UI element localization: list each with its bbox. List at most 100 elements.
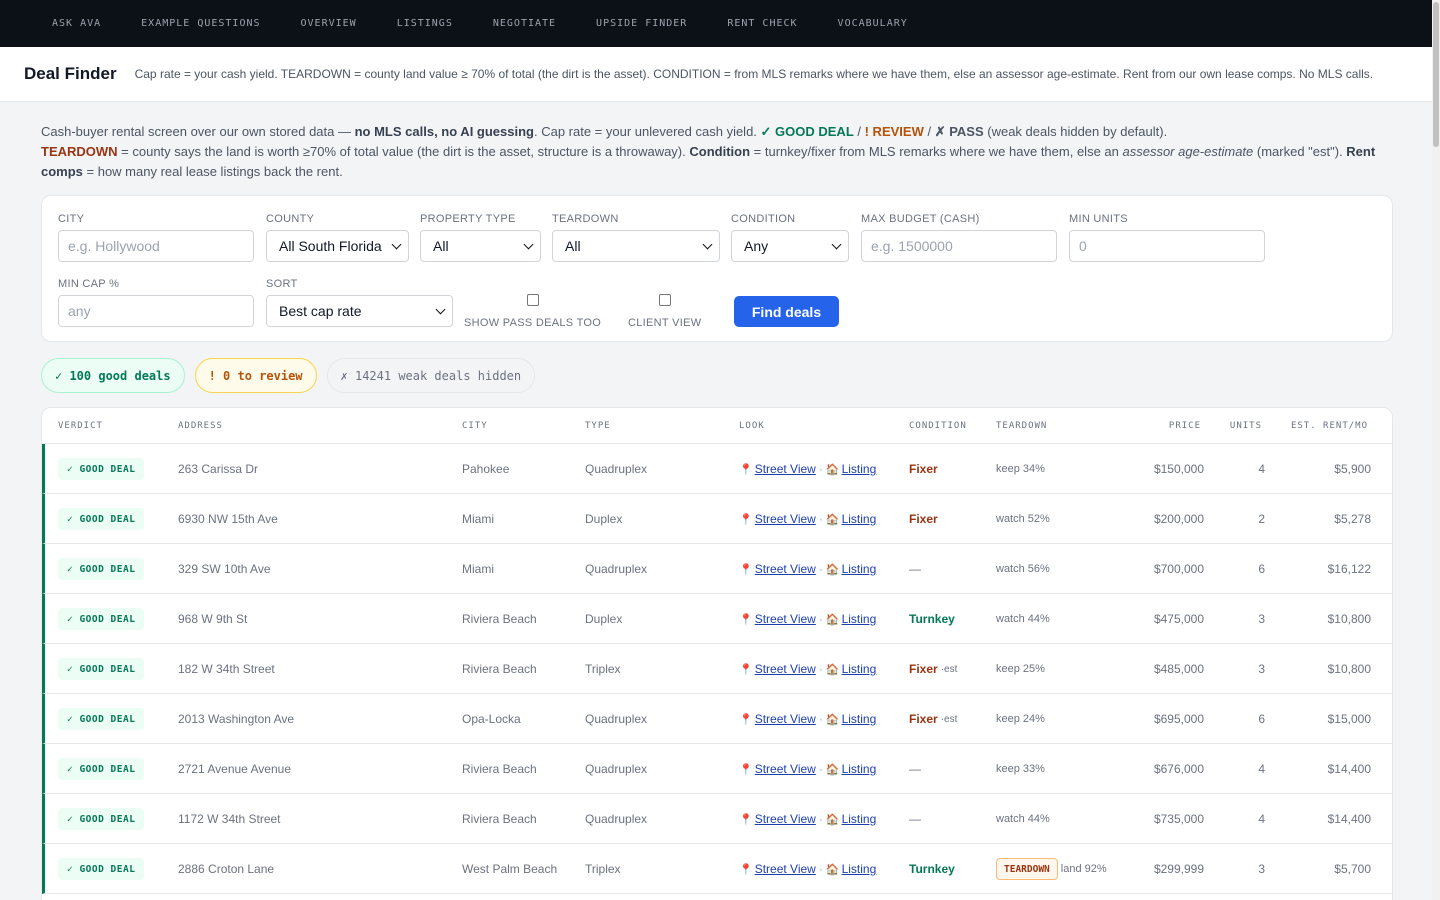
table-body: ✓ GOOD DEAL 263 Carissa Dr Pahokee Quadrupl… <box>42 444 1392 894</box>
th-look[interactable]: LOOK <box>739 421 765 431</box>
map-pin-icon: 📍 <box>739 863 753 876</box>
table-row[interactable]: ✓ GOOD DEAL 1172 W 34th Street Riviera Bea… <box>42 794 1392 844</box>
house-icon: 🏠 <box>825 613 840 626</box>
listing-link[interactable]: Listing <box>842 762 877 776</box>
units-input[interactable]: 0 <box>1069 230 1265 262</box>
city-cell: West Palm Beach <box>462 862 558 876</box>
th-rent[interactable]: EST. RENT/MO <box>1291 421 1368 431</box>
th-condition[interactable]: CONDITION <box>909 421 967 431</box>
nav-ask-ava[interactable]: ASK AVA <box>32 18 121 29</box>
table-row[interactable]: ✓ GOOD DEAL 2013 Washington Ave Opa-Locka Q… <box>42 694 1392 744</box>
house-icon: 🏠 <box>825 663 840 676</box>
nav-listings[interactable]: LISTINGS <box>377 18 473 29</box>
street-view-link[interactable]: Street View <box>755 862 816 876</box>
nav-negotiate[interactable]: NEGOTIATE <box>473 18 576 29</box>
condition-cell: Fixer <box>909 494 938 544</box>
street-view-link[interactable]: Street View <box>755 762 816 776</box>
rent-cell: $5,278 <box>1334 512 1371 526</box>
street-view-link[interactable]: Street View <box>755 812 816 826</box>
client-view-toggle[interactable]: CLIENT VIEW <box>628 294 701 331</box>
city-cell: Riviera Beach <box>462 762 537 776</box>
house-icon: 🏠 <box>825 763 840 776</box>
listing-link[interactable]: Listing <box>842 812 877 826</box>
condition-select[interactable]: Any <box>731 230 849 262</box>
street-view-link[interactable]: Street View <box>755 512 816 526</box>
nav-vocabulary[interactable]: VOCABULARY <box>818 18 928 29</box>
intro-good: ✓ GOOD DEAL <box>760 124 854 139</box>
th-city[interactable]: CITY <box>462 421 488 431</box>
intro-assessor: assessor age-estimate <box>1122 144 1254 159</box>
table-row[interactable]: ✓ GOOD DEAL 6930 NW 15th Ave Miami Duplex 📍 S… <box>42 494 1392 544</box>
nav-upside-finder[interactable]: UPSIDE FINDER <box>576 18 707 29</box>
street-view-link[interactable]: Street View <box>755 662 816 676</box>
street-view-link[interactable]: Street View <box>755 612 816 626</box>
scrollbar-thumb[interactable] <box>1433 2 1439 147</box>
street-view-link[interactable]: Street View <box>755 462 816 476</box>
county-select[interactable]: All South Florida <box>266 230 409 262</box>
listing-link[interactable]: Listing <box>842 612 877 626</box>
chevron-down-icon <box>831 239 842 249</box>
listing-link[interactable]: Listing <box>842 512 877 526</box>
street-view-link[interactable]: Street View <box>755 712 816 726</box>
table-row[interactable]: ✓ GOOD DEAL 329 SW 10th Ave Miami Quadruple… <box>42 544 1392 594</box>
listing-link[interactable]: Listing <box>842 862 877 876</box>
table-row[interactable]: ✓ GOOD DEAL 2721 Avenue Avenue Riviera Bea… <box>42 744 1392 794</box>
type-filter: PROPERTY TYPE All <box>420 213 541 262</box>
condition-est: ·est <box>940 663 958 675</box>
condition-filter: CONDITION Any <box>731 213 849 262</box>
teardown-select[interactable]: All <box>552 230 720 262</box>
show-pass-toggle[interactable]: SHOW PASS DEALS TOO <box>464 294 601 331</box>
county-filter: COUNTY All South Florida <box>266 213 409 262</box>
th-address[interactable]: ADDRESS <box>178 421 223 431</box>
city-filter: CITY e.g. Hollywood <box>58 213 254 262</box>
review-pill[interactable]: ! 0 to review <box>194 358 317 393</box>
good-deal-badge: ✓ GOOD DEAL <box>58 558 145 580</box>
condition-cell: Turnkey <box>909 594 955 644</box>
listing-link[interactable]: Listing <box>842 562 877 576</box>
look-cell: 📍 Street View · 🏠 Listing <box>739 794 876 844</box>
map-pin-icon: 📍 <box>739 663 753 676</box>
nav-example-questions[interactable]: EXAMPLE QUESTIONS <box>121 18 280 29</box>
table-row[interactable]: ✓ GOOD DEAL 182 W 34th Street Riviera Beac… <box>42 644 1392 694</box>
listing-link[interactable]: Listing <box>842 712 877 726</box>
city-cell: Miami <box>462 562 494 576</box>
nav-rent-check[interactable]: RENT CHECK <box>707 18 817 29</box>
verdict-cell: ✓ GOOD DEAL <box>58 544 145 594</box>
table-row[interactable]: ✓ GOOD DEAL 968 W 9th St Riviera Beach Dupl… <box>42 594 1392 644</box>
th-units[interactable]: UNITS <box>1230 421 1262 431</box>
units-cell: 2 <box>1258 512 1265 526</box>
city-input[interactable]: e.g. Hollywood <box>58 230 254 262</box>
listing-link[interactable]: Listing <box>842 462 877 476</box>
city-cell: Riviera Beach <box>462 612 537 626</box>
street-view-link[interactable]: Street View <box>755 562 816 576</box>
intro-text: Cash-buyer rental screen over our own st… <box>41 122 1381 182</box>
th-verdict[interactable]: VERDICT <box>58 421 103 431</box>
intro-p1b: no MLS calls, no AI guessing <box>354 124 534 139</box>
table-row[interactable]: ✓ GOOD DEAL 263 Carissa Dr Pahokee Quadrupl… <box>42 444 1392 494</box>
sort-select[interactable]: Best cap rate <box>266 295 453 327</box>
listing-link[interactable]: Listing <box>842 662 877 676</box>
table-row[interactable]: ✓ GOOD DEAL 2886 Croton Lane West Palm Bea… <box>42 844 1392 894</box>
intro-p6: (marked "est"). <box>1253 144 1347 159</box>
address-cell: 2721 Avenue Avenue <box>178 762 292 776</box>
good-deal-badge: ✓ GOOD DEAL <box>58 808 145 830</box>
show-pass-checkbox[interactable] <box>526 294 539 306</box>
cap-input[interactable]: any <box>58 295 254 327</box>
teardown-value: All <box>565 238 581 254</box>
type-select[interactable]: All <box>420 230 541 262</box>
page-scrollbar[interactable] <box>1432 0 1440 900</box>
th-teardown[interactable]: TEARDOWN <box>996 421 1047 431</box>
teardown-cell: watch 44% <box>996 794 1050 844</box>
intro-condition: Condition <box>689 144 751 159</box>
find-deals-button[interactable]: Find deals <box>734 296 839 327</box>
client-view-checkbox[interactable] <box>658 294 671 306</box>
good-deals-pill[interactable]: ✓ 100 good deals <box>41 358 185 393</box>
th-price[interactable]: PRICE <box>1169 421 1201 431</box>
type-cell: Quadruplex <box>585 812 648 826</box>
nav-overview[interactable]: OVERVIEW <box>281 18 377 29</box>
link-separator: · <box>818 712 823 726</box>
budget-input[interactable]: e.g. 1500000 <box>861 230 1057 262</box>
hidden-pill[interactable]: ✗ 14241 weak deals hidden <box>326 358 536 393</box>
th-type[interactable]: TYPE <box>585 421 611 431</box>
verdict-cell: ✓ GOOD DEAL <box>58 594 145 644</box>
